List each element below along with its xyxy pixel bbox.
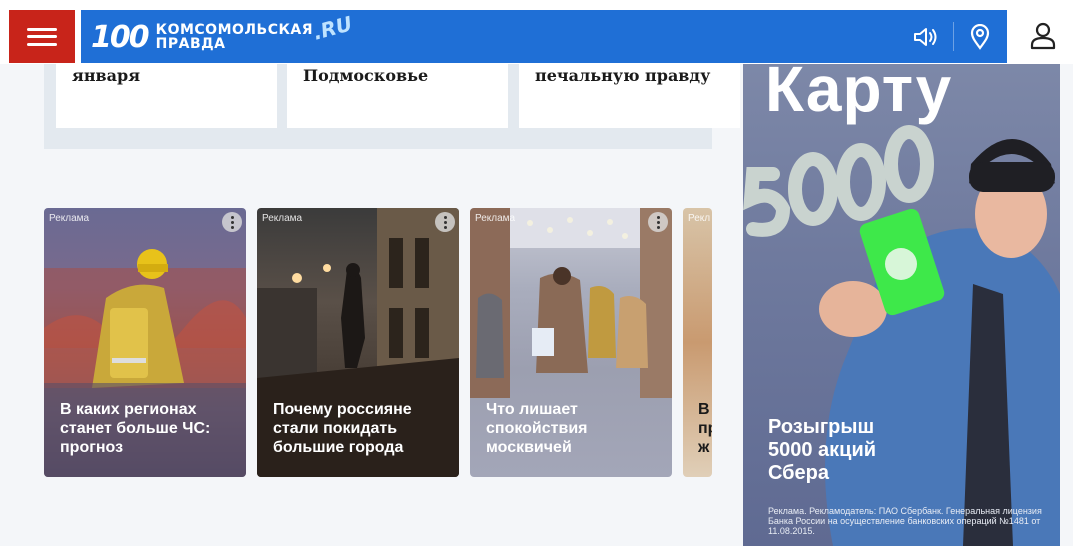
location-button[interactable] [961,18,999,56]
location-pin-icon [970,24,990,50]
ad-label: Реклама [49,213,90,224]
site-logo[interactable]: 100 КОМСОМОЛЬСКАЯ ПРАВДА [91,18,313,56]
ad-label: Рекл [688,213,711,224]
ad-card-title: Что лишает спокойствия москвичей [486,401,588,456]
banner-legal-text: Реклама. Рекламодатель: ПАО Сбербанк. Ге… [768,506,1042,536]
banner-headline: Карту [765,64,953,125]
news-card[interactable]: печальную правду [519,64,740,128]
ad-card[interactable]: Реклама В каких регионах станет больше Ч… [44,208,246,477]
user-icon [1030,22,1056,50]
more-options-icon[interactable] [435,212,455,232]
sber-banner-ad[interactable]: Карту Розыгрыш 5000 акций Сбера Реклама.… [743,64,1060,546]
more-options-icon[interactable] [648,212,668,232]
speaker-icon [914,28,937,46]
more-options-icon[interactable] [222,212,242,232]
banner-promo-text: Розыгрыш 5000 акций Сбера [768,416,877,484]
logo-domain: .RU [310,11,355,45]
ad-card-title: Почему россияне стали покидать большие г… [273,401,412,456]
news-card[interactable]: января [56,64,277,128]
news-card-title: января [72,66,141,85]
ad-card[interactable]: Реклама Что лишает спокойствия москвичей [470,208,672,477]
logo-number: 100 [91,19,150,55]
ad-card[interactable]: Рекл В пр ж [683,208,712,477]
news-card-title: печальную правду [535,66,711,85]
ad-label: Реклама [262,213,303,224]
ad-card[interactable]: Реклама Почему россияне стали покидать б… [257,208,459,477]
news-card-title: Подмосковье [303,66,429,85]
news-card[interactable]: Подмосковье [287,64,508,128]
speaker-button[interactable] [907,18,945,56]
ad-card-title: В пр ж [698,401,712,456]
page: 100 КОМСОМОЛЬСКАЯ ПРАВДА .RU января Подм… [0,0,1073,546]
logo-line-1: КОМСОМОЛЬСКАЯ [155,22,314,38]
brand-bar: 100 КОМСОМОЛЬСКАЯ ПРАВДА .RU [81,10,1007,63]
logo-line-2: ПРАВДА [155,36,226,52]
ad-label: Реклама [475,213,516,224]
menu-button[interactable] [9,10,75,63]
header-divider [953,22,954,51]
user-button[interactable] [1020,16,1066,56]
menu-icon [27,27,57,46]
ad-card-title: В каких регионах станет больше ЧС: прогн… [60,401,211,456]
top-header: 100 КОМСОМОЛЬСКАЯ ПРАВДА .RU [0,0,1073,64]
